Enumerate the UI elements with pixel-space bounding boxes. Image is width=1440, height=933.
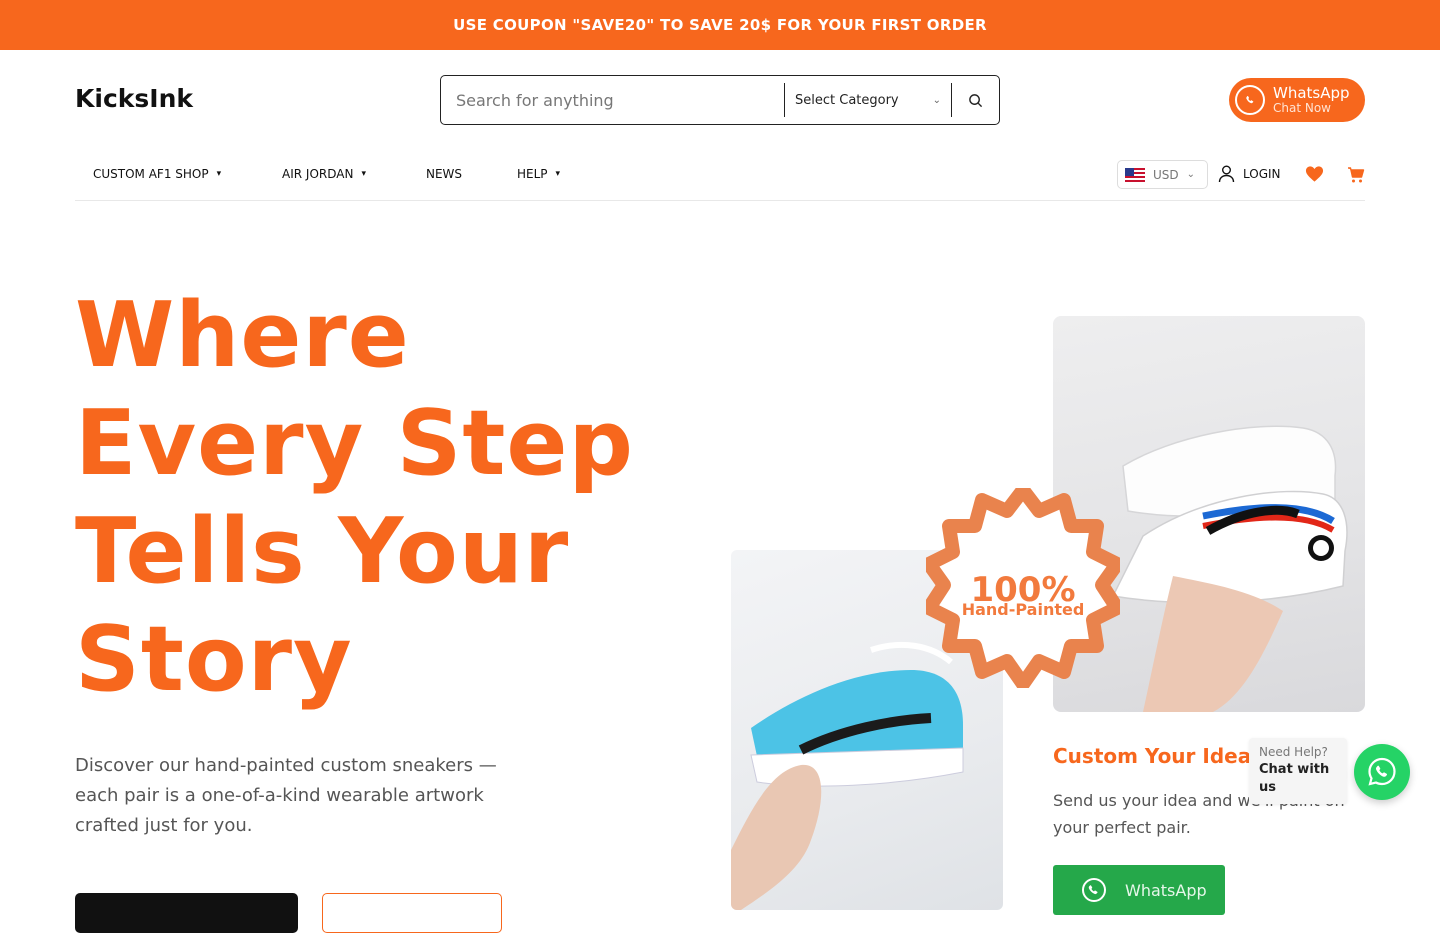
hero-title-line: Story	[75, 607, 353, 712]
hero-title-line: Every Step	[75, 391, 634, 496]
custom-idea-title: Custom Your Idea	[1053, 744, 1252, 768]
whatsapp-icon	[1368, 757, 1396, 786]
wishlist-button[interactable]	[1305, 165, 1324, 187]
category-select-label: Select Category	[795, 92, 899, 108]
chevron-down-icon: ▾	[216, 169, 222, 179]
announcement-text: USE COUPON "SAVE20" TO SAVE 20$ FOR YOUR…	[453, 16, 987, 34]
search-button[interactable]	[952, 76, 999, 124]
nav-item-air-jordan[interactable]: AIR JORDAN ▾	[282, 167, 366, 181]
nav-item-label: AIR JORDAN	[282, 167, 354, 181]
search-input[interactable]	[441, 76, 784, 124]
nav-item-label: NEWS	[426, 167, 463, 181]
hero-title-line: Where	[75, 283, 410, 388]
hand-painted-badge: 100% Hand-Painted	[926, 488, 1120, 688]
hero-title: Where Every Step Tells Your Story	[75, 282, 715, 714]
whatsapp-order-button[interactable]: WhatsApp	[1053, 865, 1225, 915]
hero-primary-button[interactable]	[75, 893, 298, 933]
site-logo[interactable]: KicksInk	[75, 84, 193, 113]
hero-secondary-button[interactable]	[322, 893, 502, 933]
currency-selector[interactable]: USD ⌄	[1117, 160, 1208, 189]
search-icon	[969, 93, 983, 107]
login-label: LOGIN	[1243, 167, 1281, 181]
whatsapp-chat-widget[interactable]	[1354, 744, 1410, 800]
login-link[interactable]: LOGIN	[1218, 165, 1281, 183]
heart-icon	[1305, 166, 1324, 182]
nav-item-news[interactable]: NEWS	[426, 167, 462, 181]
announcement-bar: USE COUPON "SAVE20" TO SAVE 20$ FOR YOUR…	[0, 0, 1440, 50]
hero-description: Discover our hand-painted custom sneaker…	[75, 755, 497, 836]
hero-title-line: Tells Your	[75, 499, 570, 604]
cart-button[interactable]	[1347, 166, 1365, 188]
chat-help-line2: Chat with us	[1259, 762, 1330, 795]
us-flag-icon	[1125, 167, 1145, 182]
whatsapp-chat-button[interactable]: WhatsApp Chat Now	[1229, 78, 1365, 122]
chat-help-line1: Need Help?	[1259, 745, 1328, 759]
nav-item-label: CUSTOM AF1 SHOP	[93, 167, 209, 181]
search-bar: Select Category ⌄	[440, 75, 1000, 125]
chat-help-bubble[interactable]: Need Help? Chat with us	[1249, 738, 1347, 804]
whatsapp-subtitle: Chat Now	[1273, 100, 1331, 115]
chevron-down-icon: ▾	[361, 169, 366, 179]
chevron-down-icon: ⌄	[1186, 169, 1196, 180]
category-select[interactable]: Select Category ⌄	[785, 76, 951, 124]
whatsapp-title: WhatsApp	[1273, 84, 1350, 103]
whatsapp-icon	[1082, 878, 1106, 902]
nav-item-help[interactable]: HELP ▾	[517, 167, 560, 181]
nav-item-label: HELP	[517, 167, 548, 181]
chevron-down-icon: ⌄	[932, 94, 941, 106]
currency-label: USD	[1153, 167, 1179, 182]
badge-label: Hand-Painted	[961, 600, 1085, 619]
whatsapp-order-label: WhatsApp	[1125, 880, 1207, 900]
chevron-down-icon: ▾	[555, 169, 561, 179]
whatsapp-icon	[1235, 85, 1265, 115]
user-icon	[1218, 165, 1235, 183]
cart-icon	[1348, 167, 1365, 183]
nav-item-custom-af1-shop[interactable]: CUSTOM AF1 SHOP ▾	[93, 167, 221, 181]
